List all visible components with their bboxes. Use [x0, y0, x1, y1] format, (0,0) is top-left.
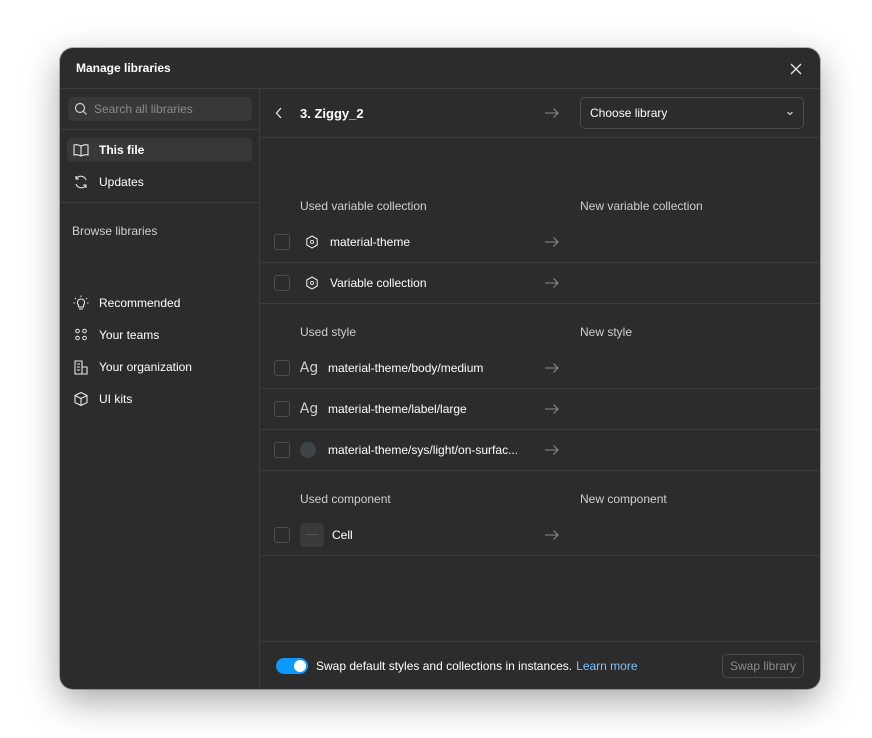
close-button[interactable] — [786, 59, 806, 79]
sidebar-item-your-organization[interactable]: Your organization — [67, 355, 252, 379]
sidebar-item-label: Updates — [99, 175, 144, 189]
sidebar-divider — [60, 129, 260, 130]
organization-icon — [74, 360, 88, 375]
new-variable-collection-header: New variable collection — [580, 199, 703, 213]
arrow-right-icon — [545, 278, 559, 288]
footer: Swap default styles and collections in i… — [260, 641, 820, 689]
choose-library-label: Choose library — [590, 106, 668, 120]
used-style-header: Used style — [300, 325, 357, 339]
row-checkbox[interactable] — [274, 401, 290, 417]
sidebar-item-recommended[interactable]: Recommended — [67, 291, 252, 315]
text-style-icon: Ag — [299, 401, 319, 417]
sidebar-item-updates[interactable]: Updates — [67, 170, 252, 194]
search-box[interactable] — [68, 97, 252, 121]
used-variable-collection-header: Used variable collection — [300, 199, 427, 213]
back-button[interactable] — [271, 105, 287, 121]
style-name: material-theme/body/medium — [328, 361, 484, 375]
teams-icon — [75, 328, 87, 341]
section-divider — [260, 470, 820, 471]
row-divider — [260, 429, 820, 430]
variable-collection-name: material-theme — [330, 235, 411, 249]
arrow-right-icon — [545, 404, 559, 414]
used-component-header: Used component — [300, 492, 391, 506]
cube-icon — [74, 391, 88, 407]
choose-library-dropdown[interactable]: Choose library — [580, 97, 804, 129]
variable-collection-name: Variable collection — [330, 276, 427, 290]
swap-defaults-toggle[interactable] — [276, 658, 308, 674]
arrow-right-icon — [545, 108, 559, 118]
style-name: material-theme/sys/light/on-surfac... — [328, 443, 519, 457]
variable-collection-icon — [304, 275, 320, 291]
component-thumbnail — [300, 523, 324, 547]
toggle-knob — [294, 660, 306, 672]
footer-text: Swap default styles and collections in i… — [316, 659, 638, 673]
main-panel: 3. Ziggy_2 Choose library Used variable … — [260, 89, 820, 689]
component-name: Cell — [332, 528, 353, 542]
swap-library-button[interactable]: Swap library — [722, 654, 804, 678]
footer-description: Swap default styles and collections in i… — [316, 659, 573, 673]
row-checkbox[interactable] — [274, 234, 290, 250]
sidebar-item-this-file[interactable]: This file — [67, 138, 252, 162]
dialog-titlebar: Manage libraries — [60, 48, 820, 89]
arrow-right-icon — [545, 530, 559, 540]
arrow-right-icon — [545, 237, 559, 247]
row-checkbox[interactable] — [274, 360, 290, 376]
close-icon — [790, 63, 802, 75]
file-name: 3. Ziggy_2 — [300, 106, 364, 121]
arrow-right-icon — [545, 363, 559, 373]
book-icon — [73, 144, 89, 157]
search-icon — [74, 102, 87, 115]
sidebar-item-label: This file — [99, 143, 145, 157]
new-component-header: New component — [580, 492, 667, 506]
sidebar: This file Updates Browse libraries Recom… — [60, 89, 260, 689]
row-checkbox[interactable] — [274, 527, 290, 543]
learn-more-link[interactable]: Learn more — [576, 659, 637, 673]
chevron-down-icon — [787, 111, 793, 116]
sidebar-divider — [60, 202, 260, 203]
row-divider — [260, 388, 820, 389]
dialog-title: Manage libraries — [76, 61, 171, 75]
style-name: material-theme/label/large — [328, 402, 467, 416]
main-header: 3. Ziggy_2 Choose library — [260, 89, 820, 138]
section-divider — [260, 555, 820, 556]
lightbulb-icon — [73, 295, 89, 310]
variable-collection-icon — [304, 234, 320, 250]
browse-libraries-title: Browse libraries — [72, 224, 158, 238]
row-checkbox[interactable] — [274, 275, 290, 291]
sidebar-item-label: Your teams — [99, 328, 160, 342]
sidebar-item-ui-kits[interactable]: UI kits — [67, 387, 252, 411]
search-input[interactable] — [94, 102, 244, 116]
sidebar-item-label: Recommended — [99, 296, 181, 310]
row-checkbox[interactable] — [274, 442, 290, 458]
manage-libraries-dialog: Manage libraries This file — [60, 48, 820, 689]
chevron-left-icon — [275, 107, 282, 119]
new-style-header: New style — [580, 325, 633, 339]
sidebar-item-your-teams[interactable]: Your teams — [67, 323, 252, 347]
row-divider — [260, 262, 820, 263]
sidebar-item-label: Your organization — [99, 360, 192, 374]
refresh-icon — [75, 175, 87, 189]
text-style-icon: Ag — [299, 360, 319, 376]
arrow-right-icon — [545, 445, 559, 455]
sidebar-item-label: UI kits — [99, 392, 133, 406]
color-swatch-icon — [300, 442, 316, 458]
section-divider — [260, 303, 820, 304]
